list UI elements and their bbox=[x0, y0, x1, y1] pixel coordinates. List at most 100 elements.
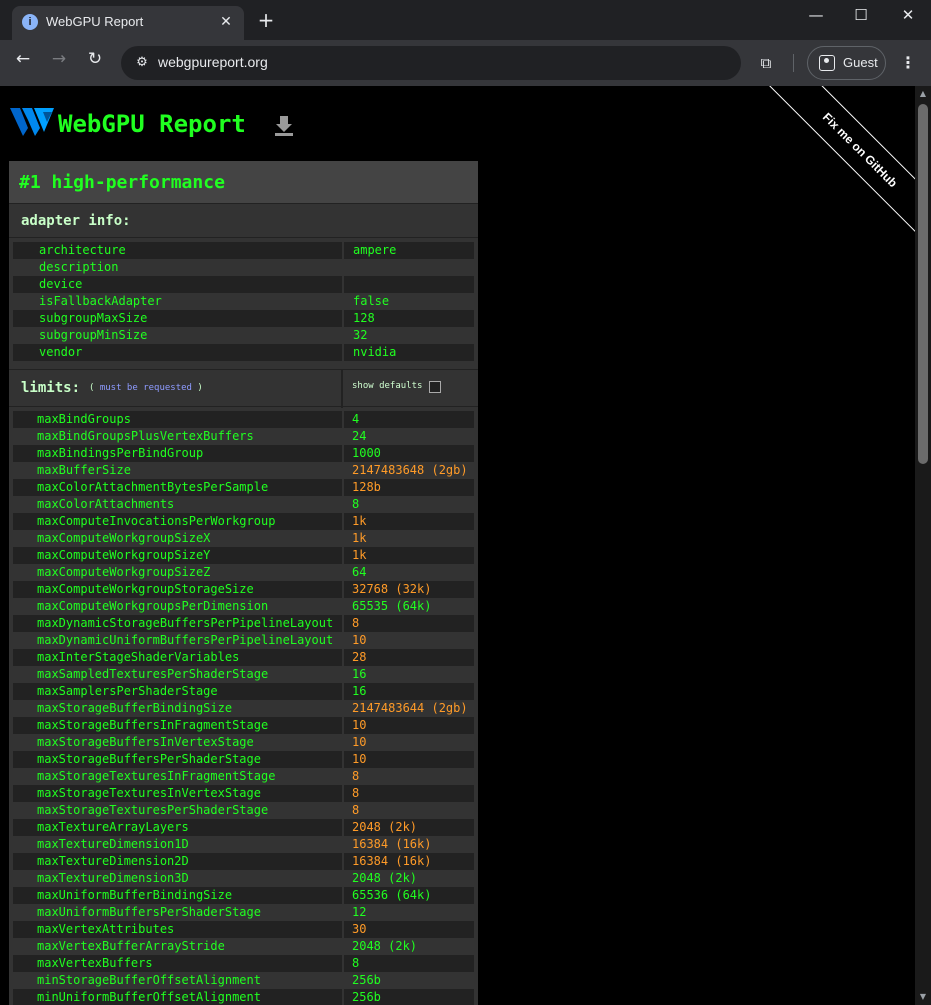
table-row: maxStorageTexturesPerShaderStage 8 bbox=[13, 802, 474, 819]
column-divider bbox=[342, 445, 344, 462]
row-value: 65536 (64k) bbox=[352, 888, 432, 902]
minimize-icon[interactable]: — bbox=[794, 6, 838, 34]
row-value: 8 bbox=[352, 616, 360, 630]
column-divider bbox=[342, 734, 344, 751]
column-divider bbox=[342, 564, 344, 581]
column-divider bbox=[342, 615, 344, 632]
download-icon[interactable] bbox=[273, 114, 295, 136]
limits-note: ( must be requested ) bbox=[89, 383, 203, 393]
new-tab-icon[interactable]: + bbox=[254, 8, 278, 32]
adapter-info-heading-bar: adapter info: bbox=[9, 204, 478, 238]
row-key: maxComputeWorkgroupSizeZ bbox=[37, 565, 211, 579]
tab-title: WebGPU Report bbox=[46, 14, 144, 29]
row-value: 8 bbox=[352, 497, 360, 511]
adapter-info-table: architecture ampere description device isFal… bbox=[9, 238, 478, 361]
row-key: maxStorageTexturesInFragmentStage bbox=[37, 769, 276, 783]
row-value: nvidia bbox=[353, 345, 397, 359]
column-divider bbox=[342, 581, 344, 598]
table-row: maxInterStageShaderVariables 28 bbox=[13, 649, 474, 666]
column-divider bbox=[342, 276, 344, 293]
note-close: ) bbox=[197, 383, 203, 393]
table-row: maxTextureDimension3D 2048 (2k) bbox=[13, 870, 474, 887]
reload-icon[interactable]: ↻ bbox=[81, 49, 109, 77]
column-divider bbox=[342, 428, 344, 445]
adapter-report: #1 high-performance adapter info: archit… bbox=[9, 161, 478, 1005]
table-row: maxStorageBuffersInFragmentStage 10 bbox=[13, 717, 474, 734]
adapter-info-heading: adapter info: bbox=[21, 213, 131, 229]
show-defaults-checkbox[interactable] bbox=[429, 381, 441, 393]
table-row: maxBindGroups 4 bbox=[13, 411, 474, 428]
row-key: maxBindGroups bbox=[37, 412, 131, 426]
table-row: minStorageBufferOffsetAlignment 256b bbox=[13, 972, 474, 989]
scroll-thumb[interactable] bbox=[918, 104, 928, 464]
row-value: 16 bbox=[352, 667, 367, 681]
table-row: maxColorAttachments 8 bbox=[13, 496, 474, 513]
table-row: maxStorageTexturesInFragmentStage 8 bbox=[13, 768, 474, 785]
row-value: 10 bbox=[352, 752, 367, 766]
back-icon[interactable]: ← bbox=[9, 49, 37, 77]
search-tab-icon[interactable]: ⧉ bbox=[754, 51, 778, 75]
row-key: maxComputeWorkgroupsPerDimension bbox=[37, 599, 269, 613]
column-divider bbox=[342, 853, 344, 870]
row-key: maxComputeWorkgroupSizeX bbox=[37, 531, 211, 545]
site-settings-icon[interactable]: ⚙ bbox=[133, 54, 151, 72]
table-row: maxStorageTexturesInVertexStage 8 bbox=[13, 785, 474, 802]
table-row: maxTextureDimension1D 16384 (16k) bbox=[13, 836, 474, 853]
github-ribbon[interactable]: Fix me on GitHub bbox=[726, 86, 931, 284]
row-key: maxSamplersPerShaderStage bbox=[37, 684, 218, 698]
scroll-down-icon[interactable]: ▼ bbox=[918, 992, 928, 1002]
maximize-icon[interactable]: ☐ bbox=[839, 6, 883, 34]
column-divider bbox=[342, 768, 344, 785]
close-tab-icon[interactable]: ✕ bbox=[216, 12, 236, 32]
scroll-up-icon[interactable]: ▲ bbox=[918, 89, 928, 99]
must-be-requested-link[interactable]: must be requested bbox=[100, 383, 192, 393]
row-key: maxBindingsPerBindGroup bbox=[37, 446, 204, 460]
column-divider bbox=[342, 344, 344, 361]
browser-tab[interactable]: i WebGPU Report ✕ bbox=[12, 6, 244, 40]
url-text[interactable]: webgpureport.org bbox=[158, 54, 268, 70]
column-divider bbox=[342, 904, 344, 921]
limits-heading: limits: bbox=[21, 380, 81, 396]
row-value: 10 bbox=[352, 633, 367, 647]
column-divider bbox=[342, 955, 344, 972]
row-key: architecture bbox=[39, 243, 126, 257]
row-value: 16384 (16k) bbox=[352, 837, 432, 851]
table-row: maxVertexBuffers 8 bbox=[13, 955, 474, 972]
table-row: maxComputeWorkgroupSizeX 1k bbox=[13, 530, 474, 547]
row-key: maxComputeInvocationsPerWorkgroup bbox=[37, 514, 276, 528]
profile-button[interactable]: Guest bbox=[807, 46, 886, 80]
row-key: description bbox=[39, 260, 119, 274]
column-divider bbox=[342, 717, 344, 734]
address-bar[interactable]: ⚙ webgpureport.org bbox=[121, 46, 741, 80]
row-key: device bbox=[39, 277, 83, 291]
table-row: maxVertexAttributes 30 bbox=[13, 921, 474, 938]
row-key: maxStorageTexturesInVertexStage bbox=[37, 786, 261, 800]
row-key: maxTextureDimension2D bbox=[37, 854, 189, 868]
row-key: minUniformBufferOffsetAlignment bbox=[37, 990, 261, 1004]
row-value: 2048 (2k) bbox=[352, 939, 418, 953]
table-row: maxStorageBufferBindingSize 2147483644 (2… bbox=[13, 700, 474, 717]
table-row: maxComputeWorkgroupSizeY 1k bbox=[13, 547, 474, 564]
row-value: 1000 bbox=[352, 446, 381, 460]
close-window-icon[interactable]: ✕ bbox=[886, 6, 930, 34]
column-divider bbox=[342, 310, 344, 327]
row-value: 128 bbox=[353, 311, 375, 325]
more-menu-icon[interactable]: ⋮ bbox=[896, 49, 920, 77]
table-row: subgroupMaxSize 128 bbox=[13, 310, 474, 327]
row-value: 8 bbox=[352, 769, 360, 783]
row-key: maxStorageBuffersInFragmentStage bbox=[37, 718, 269, 732]
column-divider bbox=[342, 921, 344, 938]
column-divider bbox=[342, 462, 344, 479]
forward-icon[interactable]: → bbox=[45, 49, 73, 77]
column-divider bbox=[342, 547, 344, 564]
row-value: 16 bbox=[352, 684, 367, 698]
row-key: maxUniformBuffersPerShaderStage bbox=[37, 905, 261, 919]
row-value: 2048 (2k) bbox=[352, 871, 418, 885]
column-divider bbox=[342, 327, 344, 344]
table-row: vendor nvidia bbox=[13, 344, 474, 361]
row-value: false bbox=[353, 294, 390, 308]
row-key: maxVertexBuffers bbox=[37, 956, 153, 970]
page-scrollbar[interactable]: ▲ ▼ bbox=[915, 86, 931, 1005]
row-key: maxStorageTexturesPerShaderStage bbox=[37, 803, 269, 817]
column-divider bbox=[342, 649, 344, 666]
